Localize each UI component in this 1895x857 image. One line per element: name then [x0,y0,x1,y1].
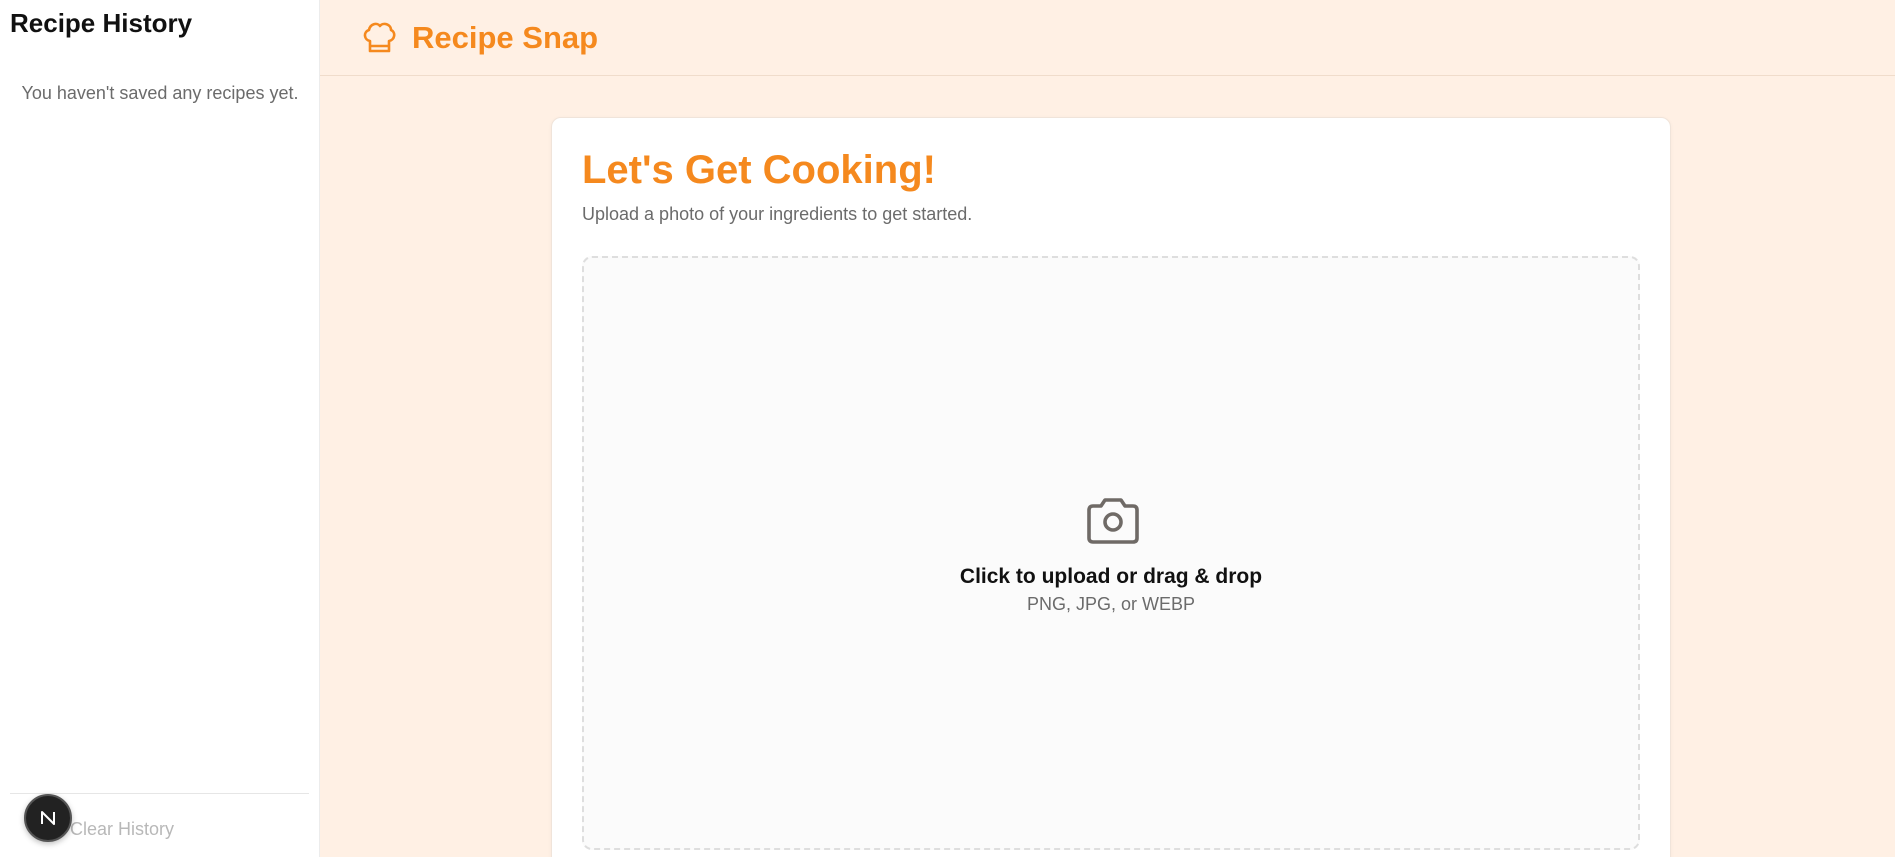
app-root: Recipe History You haven't saved any rec… [0,0,1895,857]
page-title: Let's Get Cooking! [582,148,936,192]
sidebar-title: Recipe History [10,8,193,38]
camera-icon [1087,498,1139,544]
dev-tools-badge[interactable] [24,794,72,842]
chef-hat-icon [363,22,396,52]
page-subtitle: Upload a photo of your ingredients to ge… [582,204,973,224]
app-name: Recipe Snap [412,19,599,55]
n-logo-icon [41,811,55,825]
main-area: Recipe Snap Let's Get Cooking! Upload a … [320,0,1895,857]
upload-dropzone[interactable]: Click to upload or drag & drop PNG, JPG,… [582,256,1640,850]
top-bar: Recipe Snap [320,0,1895,76]
upload-formats: PNG, JPG, or WEBP [1026,594,1196,614]
empty-history-message: You haven't saved any recipes yet. [21,83,299,103]
sidebar: Recipe History You haven't saved any rec… [0,0,320,857]
upload-card: Let's Get Cooking! Upload a photo of you… [551,117,1671,857]
upload-instruction: Click to upload or drag & drop [959,565,1263,588]
clear-history-button[interactable]: Clear History [70,819,174,840]
